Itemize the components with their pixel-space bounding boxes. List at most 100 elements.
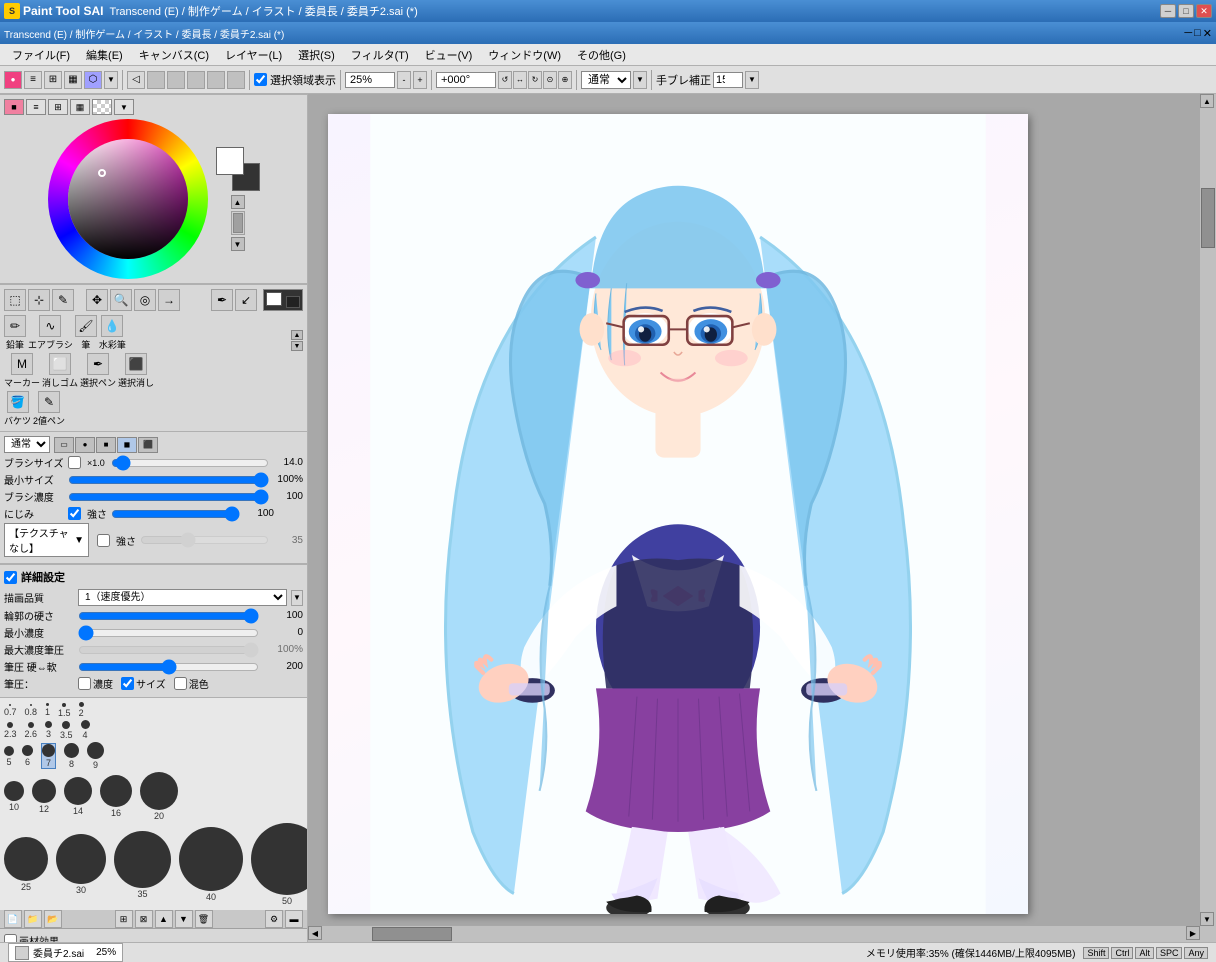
color-mode-4[interactable]: ▦ <box>64 71 82 89</box>
tool-rotate[interactable]: ◎ <box>134 289 156 311</box>
blur-slider[interactable] <box>111 509 240 519</box>
brush-item-23[interactable]: 2.3 <box>4 722 17 739</box>
brush-item-08[interactable]: 0.8 <box>25 704 38 717</box>
color-tab-checker[interactable] <box>92 99 112 115</box>
tool-misc[interactable]: → <box>158 289 180 311</box>
brush-item-3[interactable]: 3 <box>45 721 52 739</box>
vscroll-up[interactable]: ▲ <box>1200 94 1214 108</box>
blend-mode-select[interactable]: 通常 <box>581 71 631 89</box>
tools-scroll-up[interactable]: ▲ <box>291 330 303 340</box>
blur-checkbox[interactable] <box>68 507 81 520</box>
layer-settings[interactable]: ⚙ <box>265 910 283 928</box>
nav-btn3[interactable] <box>167 71 185 89</box>
menu-canvas[interactable]: キャンバス(C) <box>131 45 217 65</box>
layer-more[interactable]: ▬ <box>285 910 303 928</box>
tool-watercolor[interactable]: 💧 <box>101 315 123 337</box>
stabilizer-input[interactable] <box>713 72 743 88</box>
mode-down[interactable]: ▼ <box>633 71 647 89</box>
color-tab-3[interactable]: ⊞ <box>48 99 68 115</box>
brush-item-6[interactable]: 6 <box>22 745 33 767</box>
layer-copy[interactable]: ⊞ <box>115 910 133 928</box>
menu-view[interactable]: ビュー(V) <box>417 45 481 65</box>
brush-item-1[interactable]: 1 <box>45 703 50 717</box>
hscroll-thumb[interactable] <box>372 927 452 941</box>
min-size-slider[interactable] <box>68 475 269 485</box>
brush-item-35[interactable]: 3.5 <box>60 721 73 740</box>
brush-size-slider[interactable] <box>111 458 269 468</box>
reset-angle[interactable]: ⊙ <box>543 71 557 89</box>
nav-btn4[interactable] <box>187 71 205 89</box>
min-density-slider[interactable] <box>78 629 259 637</box>
vscroll-down[interactable]: ▼ <box>1200 912 1214 926</box>
menu-filter[interactable]: フィルタ(T) <box>343 45 417 65</box>
layer-open[interactable]: 📂 <box>44 910 62 928</box>
tools-scroll-down[interactable]: ▼ <box>291 341 303 351</box>
layer-up[interactable]: ▲ <box>155 910 173 928</box>
brush-item-50[interactable]: 50 <box>251 823 308 906</box>
selection-area-checkbox[interactable]: 選択領域表示 <box>254 72 336 88</box>
brush-item-30[interactable]: 30 <box>56 834 106 895</box>
brush-item-40[interactable]: 40 <box>179 827 243 902</box>
menu-window[interactable]: ウィンドウ(W) <box>480 45 569 65</box>
nav-btn6[interactable] <box>227 71 245 89</box>
color-tab-2[interactable]: ≡ <box>26 99 46 115</box>
rotate-cw[interactable]: ↻ <box>528 71 542 89</box>
brush-item-26[interactable]: 2.6 <box>25 722 38 739</box>
fg-swatch[interactable] <box>216 147 244 175</box>
brush-item-8[interactable]: 8 <box>64 743 79 769</box>
tool-airbrush[interactable]: ∿ <box>39 315 61 337</box>
texture-selector[interactable]: 【テクスチャなし】 ▼ <box>4 523 89 557</box>
inner-min-btn[interactable]: ─ <box>1184 27 1192 40</box>
max-pressure-slider[interactable] <box>78 646 259 654</box>
brush-item-4[interactable]: 4 <box>81 720 90 740</box>
canvas-bg[interactable] <box>328 114 1028 914</box>
tool-rect-select[interactable]: ⬚ <box>4 289 26 311</box>
palette-grid[interactable] <box>0 284 160 285</box>
tool-eyedrop[interactable]: ✒ <box>211 289 233 311</box>
color-checkbox[interactable] <box>174 677 187 690</box>
vscroll-thumb[interactable] <box>1201 188 1215 248</box>
density-checkbox[interactable] <box>78 677 91 690</box>
tool-binary-pen[interactable]: ✎ <box>38 391 60 413</box>
color-mode-rgb[interactable]: ● <box>4 71 22 89</box>
brush-item-12[interactable]: 12 <box>32 779 56 814</box>
shape-round[interactable]: ● <box>75 437 95 453</box>
tool-pencil[interactable]: ✏ <box>4 315 26 337</box>
size-checkbox[interactable] <box>121 677 134 690</box>
tool-fill[interactable]: ↙ <box>235 289 257 311</box>
material-effects-checkbox[interactable] <box>4 934 17 942</box>
texture-checkbox[interactable] <box>97 534 110 547</box>
zoom-minus[interactable]: - <box>397 71 411 89</box>
layer-delete[interactable]: 🗑 <box>195 910 213 928</box>
selection-area-input[interactable] <box>254 73 267 86</box>
palette-scroll-up[interactable]: ▲ <box>295 284 307 285</box>
quality-select[interactable]: 1（速度優先） <box>78 589 287 606</box>
detail-enable-checkbox[interactable] <box>4 571 17 584</box>
layer-paste[interactable]: ⊠ <box>135 910 153 928</box>
brush-item-35b[interactable]: 35 <box>114 831 171 899</box>
brush-item-16[interactable]: 16 <box>100 775 132 818</box>
brush-item-9[interactable]: 9 <box>87 742 104 770</box>
color-dropdown[interactable]: ▼ <box>104 71 118 89</box>
tool-lasso-select[interactable]: ⊹ <box>28 289 50 311</box>
brush-item-5[interactable]: 5 <box>4 746 14 767</box>
inner-close-btn[interactable]: ✕ <box>1203 27 1212 40</box>
close-button[interactable]: ✕ <box>1196 4 1212 18</box>
brush-item-14[interactable]: 14 <box>64 777 92 816</box>
tool-bucket[interactable]: 🪣 <box>7 391 29 413</box>
menu-edit[interactable]: 編集(E) <box>78 45 131 65</box>
brush-item-07[interactable]: 0.7 <box>4 704 17 717</box>
tool-zoom[interactable]: 🔍 <box>110 289 132 311</box>
brush-mode-select[interactable]: 通常 <box>4 436 50 453</box>
brush-item-10[interactable]: 10 <box>4 781 24 812</box>
hscroll-left[interactable]: ◀ <box>308 926 322 940</box>
brush-size-lock[interactable] <box>68 456 81 469</box>
layer-new[interactable]: 📄 <box>4 910 22 928</box>
tool-move[interactable]: ✥ <box>86 289 108 311</box>
tool-brush[interactable]: 🖌 <box>75 315 97 337</box>
tool-selection-pen[interactable]: ✒ <box>87 353 109 375</box>
tool-eraser[interactable]: ⬜ <box>49 353 71 375</box>
color-mode-5[interactable]: ⬡ <box>84 71 102 89</box>
menu-layer[interactable]: レイヤー(L) <box>217 45 290 65</box>
color-wheel-container[interactable] <box>48 119 208 279</box>
